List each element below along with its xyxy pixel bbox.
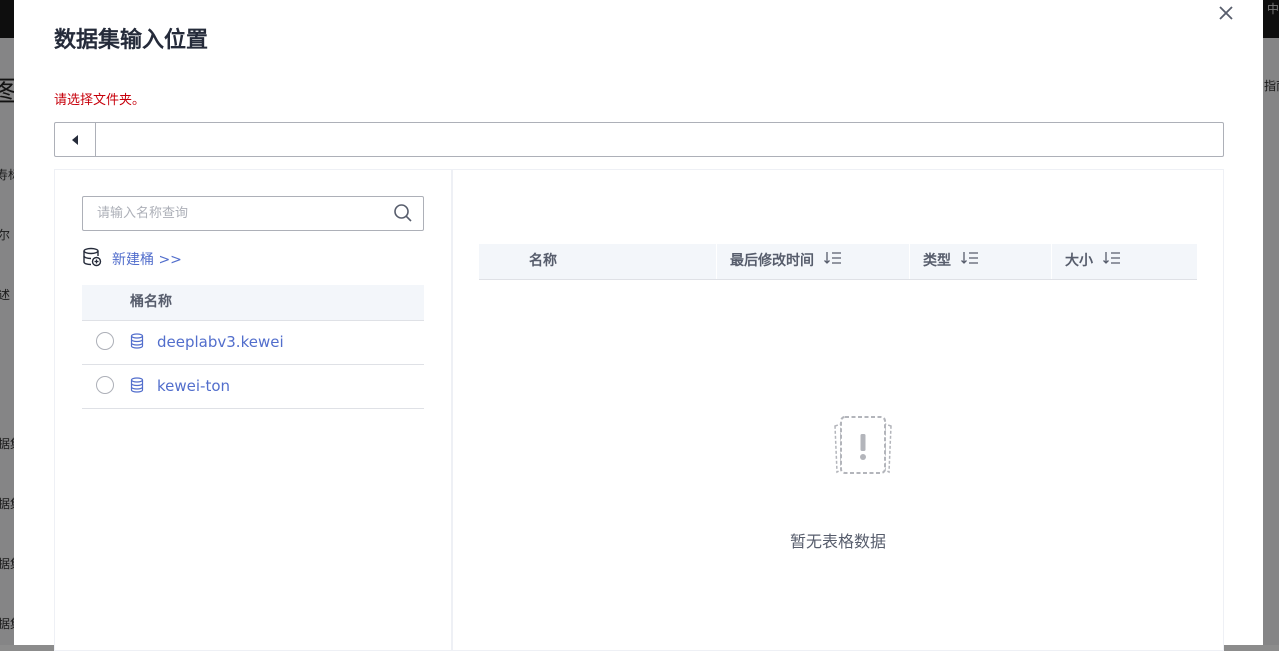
file-list-panel: 名称 最后修改时间 类型 大小 暂无表格数据 — [452, 169, 1224, 651]
dataset-input-location-dialog: 数据集输入位置 请选择文件夹。 请输入名称查询 新建桶 >> 桶名称 deepl… — [14, 0, 1263, 651]
bucket-radio[interactable] — [96, 376, 114, 394]
new-bucket-label: 新建桶 >> — [112, 252, 182, 268]
database-icon — [130, 377, 144, 397]
column-name-label: 名称 — [529, 253, 557, 269]
caret-left-icon — [72, 134, 78, 145]
select-folder-hint: 请选择文件夹。 — [54, 93, 146, 108]
path-bar — [54, 122, 1228, 157]
bucket-name-column-header: 桶名称 — [82, 285, 424, 321]
empty-data-icon — [829, 412, 897, 482]
column-size: 大小 — [1051, 244, 1197, 279]
bucket-name-link[interactable]: deeplabv3.kewei — [157, 333, 284, 351]
search-icon[interactable] — [393, 203, 413, 223]
file-table-header: 名称 最后修改时间 类型 大小 — [479, 244, 1197, 280]
column-size-label: 大小 — [1065, 253, 1093, 269]
sort-icon[interactable] — [1103, 244, 1121, 279]
column-modified-time-label: 最后修改时间 — [730, 253, 814, 269]
table-row[interactable]: kewei-ton — [82, 365, 424, 409]
file-table: 名称 最后修改时间 类型 大小 暂无表格数据 — [479, 244, 1197, 551]
bucket-table: 桶名称 deeplabv3.kewei kewei-ton — [82, 285, 424, 409]
column-name: 名称 — [479, 244, 716, 279]
bucket-search-box — [82, 196, 424, 231]
dialog-title: 数据集输入位置 — [54, 28, 209, 53]
bucket-name-link[interactable]: kewei-ton — [157, 377, 230, 395]
empty-table-message: 暂无表格数据 — [789, 532, 886, 551]
column-modified-time: 最后修改时间 — [716, 244, 909, 279]
close-icon[interactable] — [1215, 2, 1237, 24]
back-button[interactable] — [55, 123, 96, 156]
table-row[interactable]: deeplabv3.kewei — [82, 321, 424, 365]
column-type: 类型 — [909, 244, 1051, 279]
bucket-radio[interactable] — [96, 332, 114, 350]
bucket-panel: 新建桶 >> 桶名称 deeplabv3.kewei kewei-ton — [54, 169, 452, 651]
path-input[interactable] — [96, 123, 1228, 154]
bucket-add-icon — [82, 247, 102, 271]
bucket-search-input[interactable] — [95, 197, 389, 230]
sort-icon[interactable] — [961, 244, 979, 279]
sort-icon[interactable] — [824, 244, 842, 279]
database-icon — [130, 333, 144, 353]
column-type-label: 类型 — [923, 253, 951, 269]
new-bucket-button[interactable]: 新建桶 >> — [82, 247, 182, 271]
